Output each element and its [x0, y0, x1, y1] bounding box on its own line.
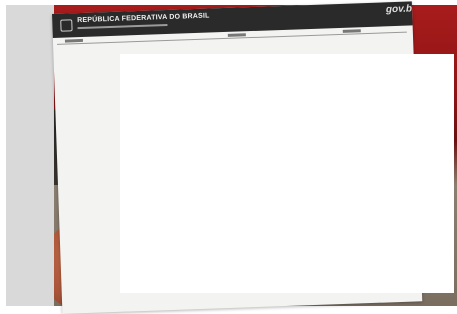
gov-logo: gov.b — [385, 3, 413, 16]
document-field-mark — [64, 38, 83, 43]
document-field-mark — [342, 29, 361, 33]
document-field-mark — [227, 33, 246, 37]
document-header-subline — [77, 23, 168, 30]
coat-of-arms-icon — [60, 19, 73, 32]
document-header-title: REPÚBLICA FEDERATIVA DO BRASIL — [77, 12, 210, 25]
left-gray-margin — [6, 5, 54, 306]
redaction-box — [120, 54, 454, 293]
